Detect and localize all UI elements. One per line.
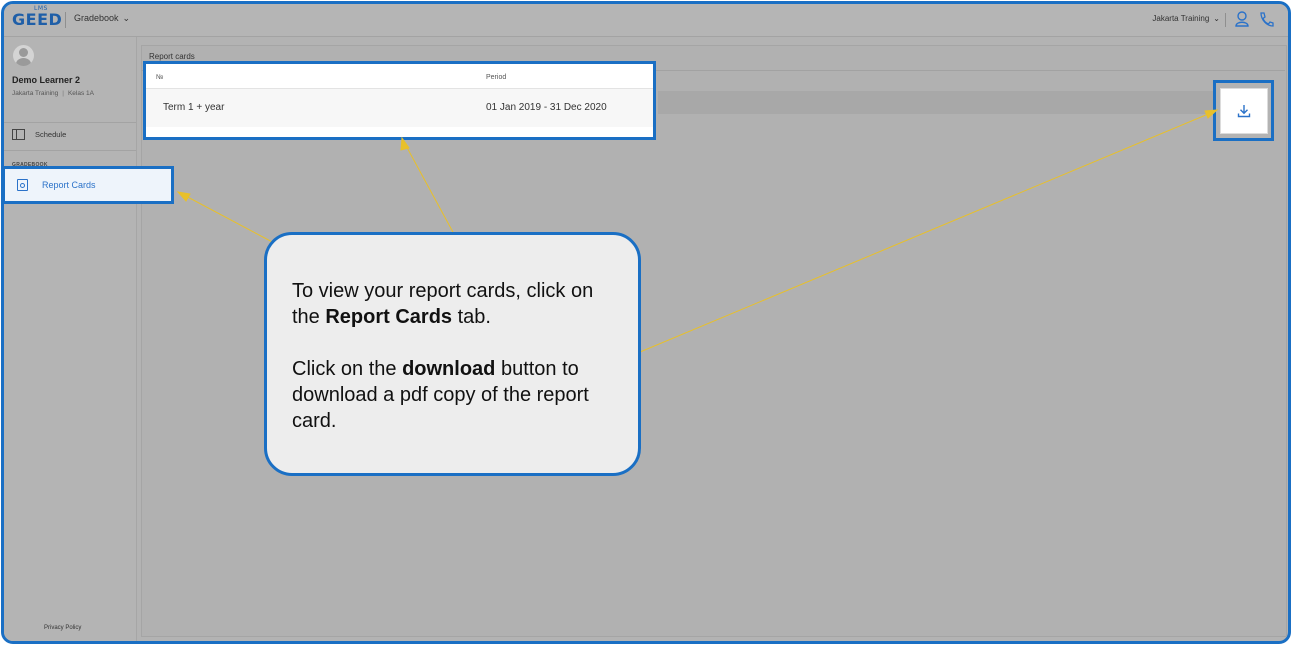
table-row-extension — [658, 91, 1218, 114]
user-icon[interactable] — [1234, 10, 1250, 28]
sidebar-item-report-cards[interactable]: Report Cards — [2, 166, 174, 204]
table-row[interactable]: Term 1 + year 01 Jan 2019 - 31 Dec 2020 — [146, 89, 653, 127]
learner-org: Jakarta Training — [12, 90, 59, 97]
module-label: Gradebook — [74, 13, 119, 23]
avatar[interactable] — [13, 45, 34, 66]
top-bar: GEED LMS Gradebook ⌄ Jakarta Training ⌄ — [4, 4, 1288, 37]
org-label: Jakarta Training — [1152, 14, 1210, 23]
divider — [65, 12, 66, 28]
app-logo[interactable]: GEED LMS — [12, 5, 63, 29]
learner-class: Kelas 1A — [67, 90, 94, 97]
report-card-icon — [17, 179, 28, 191]
download-highlight — [1213, 80, 1274, 141]
phone-icon[interactable] — [1258, 10, 1274, 28]
chevron-down-icon: ⌄ — [1213, 14, 1220, 23]
column-header-period: Period — [486, 74, 507, 81]
report-cards-table: № Period Term 1 + year 01 Jan 2019 - 31 … — [143, 61, 656, 140]
download-button[interactable] — [1220, 88, 1268, 134]
sidebar-item-label: Report Cards — [42, 180, 96, 190]
learner-meta: Jakarta Training | Kelas 1A — [12, 90, 94, 97]
page-title: Report cards — [149, 52, 195, 61]
org-selector[interactable]: Jakarta Training ⌄ — [1152, 14, 1220, 23]
column-header-no: № — [156, 74, 164, 81]
sidebar: Demo Learner 2 Jakarta Training | Kelas 1A… — [4, 37, 137, 641]
calendar-icon — [12, 129, 25, 140]
learner-name: Demo Learner 2 — [12, 75, 81, 85]
divider — [1225, 13, 1226, 27]
cell-period: 01 Jan 2019 - 31 Dec 2020 — [486, 102, 607, 113]
logo-sup: LMS — [34, 5, 48, 12]
callout-paragraph-1: To view your report cards, click on the … — [292, 280, 594, 328]
module-selector[interactable]: Gradebook ⌄ — [74, 13, 130, 24]
callout-paragraph-2: Click on the download button to download… — [292, 358, 589, 432]
instruction-callout: To view your report cards, click on the … — [264, 232, 641, 476]
chevron-down-icon: ⌄ — [122, 13, 131, 23]
privacy-policy-link[interactable]: Privacy Policy — [44, 625, 81, 631]
sidebar-item-label: Schedule — [35, 130, 67, 139]
divider — [4, 150, 136, 151]
logo-text: GEED — [12, 10, 63, 29]
sidebar-item-schedule[interactable]: Schedule — [12, 129, 66, 140]
cell-term: Term 1 + year — [163, 102, 225, 113]
divider — [4, 122, 136, 123]
download-icon — [1237, 105, 1251, 118]
